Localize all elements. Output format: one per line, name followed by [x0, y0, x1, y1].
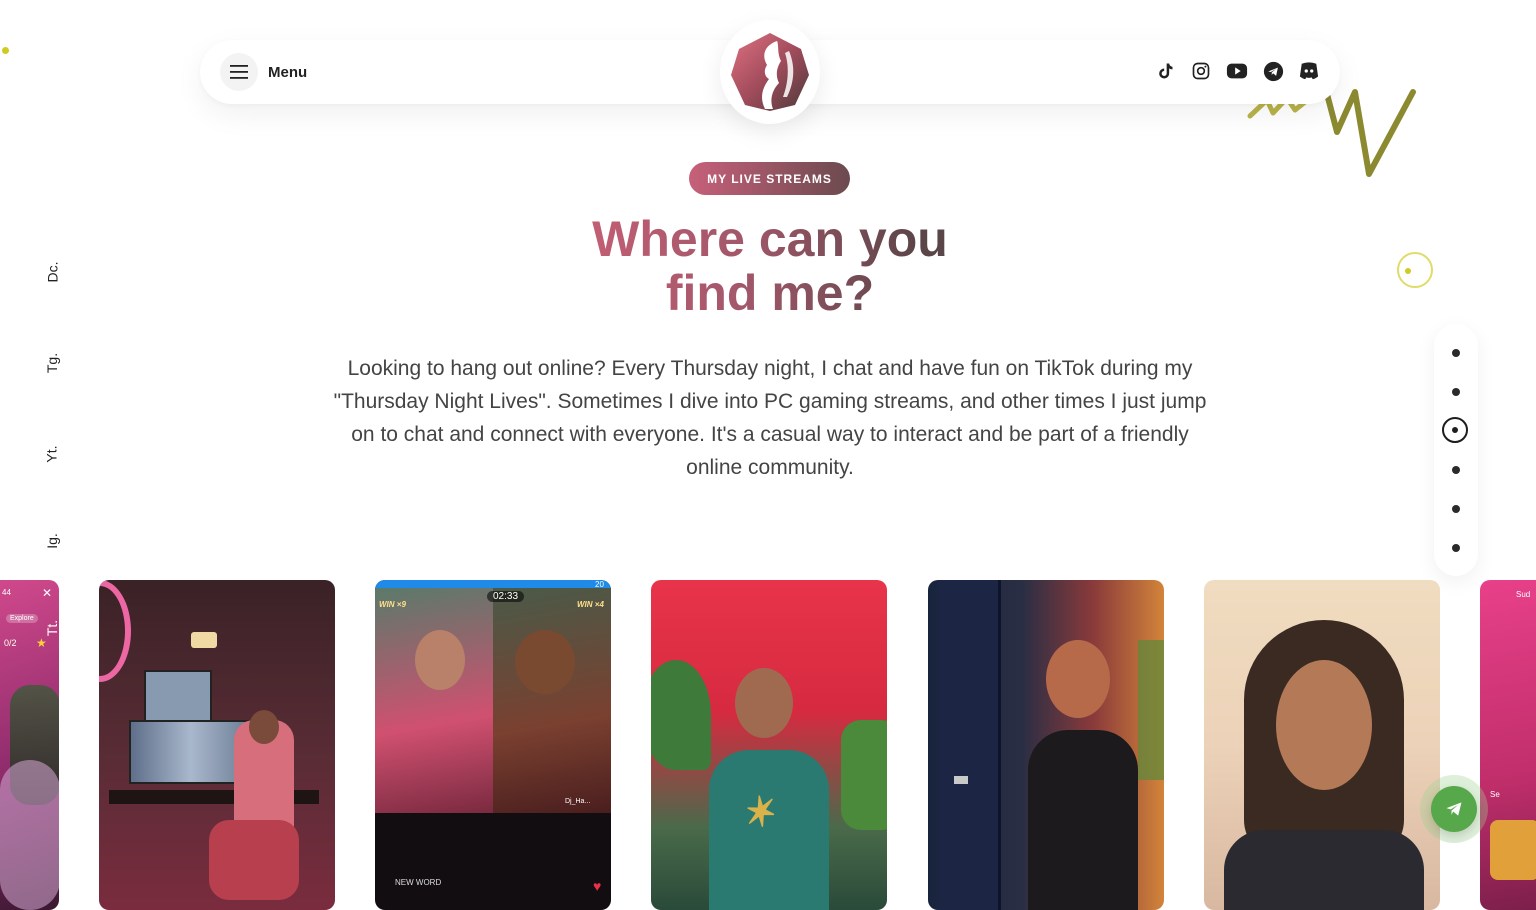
discord-icon[interactable]	[1298, 60, 1320, 82]
card-win-left: WIN ×9	[379, 600, 406, 609]
telegram-fab-button[interactable]	[1420, 775, 1488, 843]
heading-line-1: Where can you	[592, 211, 948, 267]
ring-decoration	[1397, 252, 1433, 288]
section-heading: Where can you find me?	[520, 212, 1020, 320]
section-description: Looking to hang out online? Every Thursd…	[333, 357, 1207, 479]
stream-card-4[interactable]: ✶	[651, 580, 887, 910]
card-score: 20	[595, 580, 604, 589]
hamburger-icon	[220, 53, 258, 91]
side-link-label: Yt.	[44, 445, 60, 463]
stream-card-7[interactable]: Sud Se	[1480, 580, 1536, 910]
dot-nav-item-5[interactable]	[1452, 505, 1460, 513]
decor-dot	[2, 47, 9, 54]
heading-line-2: find me?	[665, 265, 875, 321]
side-link-youtube[interactable]: Yt.	[40, 434, 64, 474]
card-win-right: WIN ×4	[577, 600, 604, 609]
card-new-word: NEW WORD	[395, 878, 442, 887]
send-icon	[1431, 786, 1477, 832]
youtube-icon[interactable]	[1226, 60, 1248, 82]
stream-card-2[interactable]	[99, 580, 335, 910]
card-counter: 0/2	[4, 638, 17, 648]
stream-card-5[interactable]	[928, 580, 1164, 910]
card-timer: 02:33	[487, 591, 525, 602]
dot-nav-item-1[interactable]	[1452, 349, 1460, 357]
instagram-icon[interactable]	[1190, 60, 1212, 82]
card-viewer-count: 44	[2, 588, 11, 597]
dot-nav-item-3-active[interactable]	[1442, 417, 1468, 443]
card-side-label: Se	[1490, 790, 1500, 799]
dot-nav-item-6[interactable]	[1452, 544, 1460, 552]
card-username: Dj_Ha...	[565, 798, 591, 805]
social-links	[1154, 60, 1320, 82]
menu-label: Menu	[268, 63, 308, 81]
dot-nav-item-4[interactable]	[1452, 466, 1460, 474]
heart-icon: ♥	[593, 878, 602, 894]
side-link-tiktok[interactable]: Tt.	[40, 608, 64, 648]
side-link-discord[interactable]: Dc.	[40, 252, 64, 292]
close-icon: ✕	[42, 586, 53, 600]
side-link-label: Tg.	[43, 352, 60, 374]
side-link-label: Tt.	[44, 619, 60, 637]
card-explore-tag: Explore	[6, 614, 38, 623]
card-top-label: Sud	[1516, 590, 1531, 599]
side-link-label: Dc.	[44, 261, 60, 283]
telegram-icon[interactable]	[1262, 60, 1284, 82]
dot-nav-item-2[interactable]	[1452, 388, 1460, 396]
stream-card-6[interactable]	[1204, 580, 1440, 910]
side-link-instagram[interactable]: Ig.	[40, 521, 64, 561]
stream-card-3[interactable]: WIN ×9 02:33 WIN ×4 20 Dj_Ha... NEW WORD…	[375, 580, 611, 910]
side-link-telegram[interactable]: Tg.	[40, 343, 64, 383]
site-logo[interactable]	[720, 20, 820, 124]
section-badge: MY LIVE STREAMS	[689, 162, 850, 195]
logo-icon	[731, 33, 809, 111]
section-dot-nav	[1434, 324, 1478, 576]
side-link-label: Ig.	[43, 533, 60, 549]
tiktok-icon[interactable]	[1154, 60, 1176, 82]
menu-button[interactable]: Menu	[220, 53, 307, 91]
